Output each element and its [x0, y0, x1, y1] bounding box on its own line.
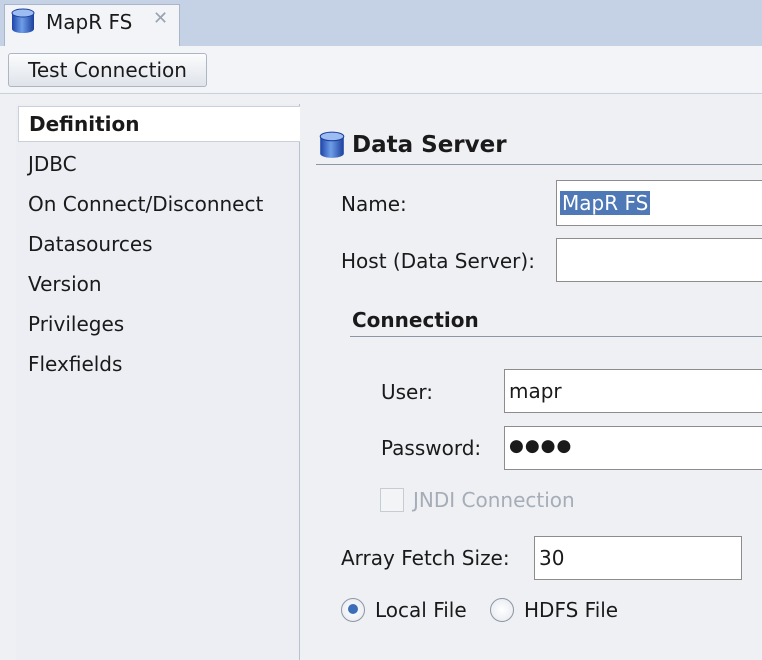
section-divider [350, 336, 762, 337]
hdfs-file-label[interactable]: HDFS File [524, 598, 618, 622]
nav-item-flexfields[interactable]: Flexfields [28, 352, 122, 376]
radio-selected-dot [348, 604, 358, 614]
section-divider [316, 164, 762, 165]
name-field-value: MapR FS [560, 191, 651, 215]
hdfs-file-radio[interactable] [490, 598, 514, 622]
nav-item-on-connect-disconnect[interactable]: On Connect/Disconnect [28, 192, 263, 216]
array-fetch-size-field[interactable]: 30 [534, 536, 742, 580]
toolbar: Test Connection [0, 46, 762, 94]
password-field[interactable]: ●●●● [504, 426, 762, 470]
jndi-connection-checkbox[interactable] [380, 488, 404, 512]
definition-nav-panel [16, 104, 300, 660]
user-field[interactable]: mapr [504, 369, 762, 413]
password-mask: ●●●● [509, 436, 573, 456]
name-field[interactable]: MapR FS [556, 180, 762, 226]
jndi-connection-label: JNDI Connection [413, 488, 575, 512]
nav-item-jdbc[interactable]: JDBC [28, 152, 77, 176]
section-title-connection: Connection [352, 308, 479, 332]
local-file-label[interactable]: Local File [375, 598, 467, 622]
test-connection-button[interactable]: Test Connection [8, 53, 207, 87]
user-field-value: mapr [509, 379, 562, 403]
host-label: Host (Data Server): [341, 249, 535, 273]
user-label: User: [381, 380, 433, 404]
password-label: Password: [381, 436, 482, 460]
array-fetch-size-label: Array Fetch Size: [341, 546, 510, 570]
database-cylinder-icon [11, 8, 35, 33]
nav-item-definition[interactable]: Definition [29, 112, 139, 136]
array-fetch-size-value: 30 [539, 546, 565, 570]
section-title-data-server: Data Server [352, 132, 507, 158]
nav-item-version[interactable]: Version [28, 272, 102, 296]
close-icon[interactable]: ✕ [153, 8, 168, 29]
nav-item-privileges[interactable]: Privileges [28, 312, 124, 336]
nav-item-datasources[interactable]: Datasources [28, 232, 153, 256]
tab-title: MapR FS [46, 10, 133, 34]
database-cylinder-icon [319, 131, 345, 158]
name-label: Name: [341, 192, 407, 216]
host-field[interactable] [556, 238, 762, 282]
